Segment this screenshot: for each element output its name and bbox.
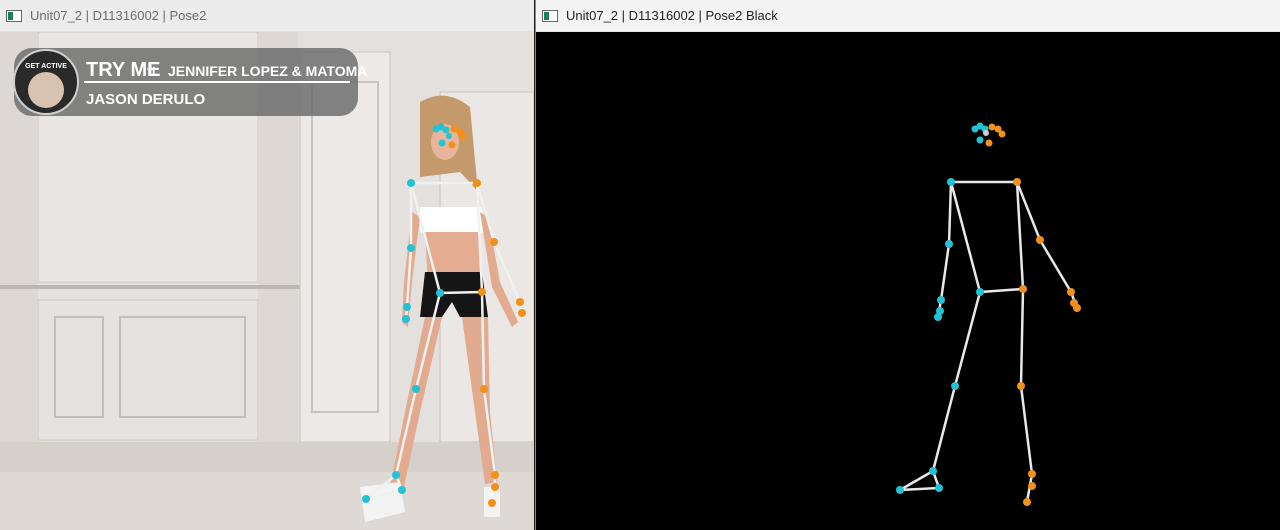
- banner-logo-text: GET ACTIVE: [25, 63, 67, 70]
- pose2-black-window[interactable]: Unit07_2 | D11316002 | Pose2 Black: [535, 0, 1280, 530]
- pose2-black-titlebar[interactable]: Unit07_2 | D11316002 | Pose2 Black: [536, 0, 1280, 32]
- video-frame: GET ACTIVE TRY ME ft. JENNIFER LOPEZ & M…: [0, 32, 534, 530]
- window-title: Unit07_2 | D11316002 | Pose2: [30, 8, 207, 23]
- window-title: Unit07_2 | D11316002 | Pose2 Black: [566, 8, 778, 23]
- video-scene: GET ACTIVE TRY ME ft. JENNIFER LOPEZ & M…: [0, 32, 534, 530]
- window-app-icon: [542, 9, 558, 22]
- window-app-icon: [6, 9, 22, 22]
- song-artist: JASON DERULO: [86, 91, 206, 108]
- black-canvas: [536, 32, 1280, 530]
- pose2-titlebar[interactable]: Unit07_2 | D11316002 | Pose2: [0, 0, 534, 32]
- song-featuring: ft.: [147, 63, 160, 79]
- skeleton-scene: [536, 32, 1280, 530]
- pose2-window[interactable]: Unit07_2 | D11316002 | Pose2 GET ACTIVE …: [0, 0, 534, 530]
- song-featured-artists: JENNIFER LOPEZ & MATOMA: [168, 63, 367, 79]
